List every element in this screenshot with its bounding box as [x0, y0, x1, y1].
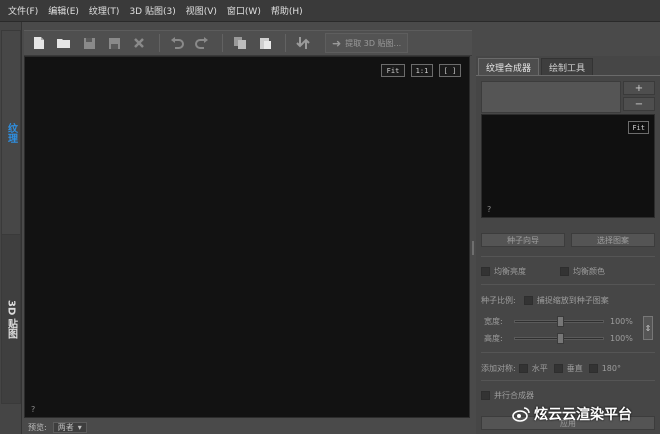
preview-status: 预览: 两者 ▾ — [24, 420, 470, 434]
width-value: 100% — [610, 316, 633, 326]
extract-3d-map-button[interactable]: ➜ 提取 3D 贴图... — [325, 33, 409, 53]
width-slider-knob[interactable] — [556, 315, 564, 327]
parallel-synth-label: 并行合成器 — [494, 391, 534, 400]
equalize-brightness-checkbox[interactable] — [481, 267, 490, 276]
height-label: 高度: — [484, 333, 503, 343]
redo-icon[interactable] — [191, 33, 213, 53]
close-icon[interactable] — [128, 33, 150, 53]
menu-file[interactable]: 文件(F) — [8, 4, 38, 17]
menu-edit[interactable]: 编辑(E) — [48, 4, 79, 17]
equalize-color-checkbox[interactable] — [560, 267, 569, 276]
toolbar-separator — [285, 34, 286, 52]
new-file-icon[interactable] — [28, 33, 50, 53]
menu-3d-map[interactable]: 3D 贴图(3) — [129, 4, 175, 17]
width-slider[interactable] — [514, 315, 604, 327]
fit-button[interactable]: Fit — [381, 64, 405, 77]
texture-synth-panel: 纹理合成器 绘制工具 + − Fit ? 种子向导 选择图案 均衡亮度 均衡颜色… — [476, 56, 660, 434]
seed-thumbnail-area[interactable] — [481, 81, 621, 113]
preview-select[interactable]: 两者 ▾ — [52, 421, 87, 433]
vertical-label: 垂直 — [566, 364, 583, 373]
panel-tabs: 纹理合成器 绘制工具 — [478, 58, 595, 76]
one-to-one-button[interactable]: 1:1 — [411, 64, 433, 77]
tab-texture-synthesizer[interactable]: 纹理合成器 — [478, 58, 540, 76]
toolbar-separator — [159, 34, 160, 52]
vertical-checkbox[interactable] — [553, 364, 563, 373]
add-symmetry-label: 添加对称: — [481, 364, 516, 373]
rotate-180-label: 180° — [601, 364, 621, 373]
weibo-logo-icon — [512, 407, 530, 422]
save-as-icon[interactable] — [103, 33, 125, 53]
help-icon[interactable]: ? — [487, 205, 491, 214]
height-slider-row: 高度: 100% — [484, 332, 634, 344]
select-pattern-button[interactable]: 选择图案 — [571, 233, 655, 247]
equalize-brightness-row: 均衡亮度 — [481, 266, 526, 277]
chevron-down-icon: ▾ — [77, 422, 82, 432]
save-icon[interactable] — [78, 33, 100, 53]
menu-texture[interactable]: 纹理(T) — [89, 4, 120, 17]
add-seed-button[interactable]: + — [623, 81, 655, 95]
extract-3d-map-label: 提取 3D 贴图... — [345, 38, 402, 48]
help-icon[interactable]: ? — [31, 405, 35, 414]
preview-fit-button[interactable]: Fit — [628, 121, 649, 134]
horizontal-checkbox[interactable] — [518, 364, 528, 373]
width-slider-row: 宽度: 100% — [484, 315, 634, 327]
tab-paint-tools[interactable]: 绘制工具 — [541, 58, 594, 76]
link-icon[interactable]: ⇕ — [643, 316, 653, 340]
open-folder-icon[interactable] — [53, 33, 75, 53]
menu-view[interactable]: 视图(V) — [186, 4, 217, 17]
splitter-grip[interactable] — [472, 241, 474, 255]
add-symmetry-row: 添加对称: 水平 垂直 180° — [481, 363, 621, 374]
copy-icon[interactable] — [229, 33, 251, 53]
capture-scale-checkbox[interactable] — [523, 296, 533, 305]
divider — [481, 284, 655, 285]
tab-texture[interactable]: 纹理 — [1, 30, 21, 236]
toolbar-separator — [222, 34, 223, 52]
divider — [481, 256, 655, 257]
height-slider[interactable] — [514, 332, 604, 344]
fullscreen-button[interactable]: [ ] — [439, 64, 461, 77]
menu-window[interactable]: 窗口(W) — [227, 4, 261, 17]
horizontal-label: 水平 — [531, 364, 548, 373]
main-viewport[interactable]: Fit 1:1 [ ] ? — [24, 56, 470, 418]
parallel-synth-checkbox[interactable] — [481, 391, 490, 400]
preview-label: 预览: — [28, 422, 47, 432]
watermark: 炫云云渲染平台 — [512, 404, 632, 424]
parallel-synth-row: 并行合成器 — [481, 390, 534, 401]
seed-wizard-button[interactable]: 种子向导 — [481, 233, 565, 247]
paste-icon[interactable] — [254, 33, 276, 53]
main-toolbar: ➜ 提取 3D 贴图... — [24, 30, 472, 56]
watermark-text: 炫云云渲染平台 — [534, 407, 632, 423]
divider — [481, 352, 655, 353]
equalize-brightness-label: 均衡亮度 — [494, 267, 526, 276]
preview-select-value: 两者 — [57, 422, 74, 432]
height-slider-knob[interactable] — [556, 332, 564, 344]
capture-scale-label: 捕捉缩放到种子图案 — [536, 296, 609, 305]
menu-help[interactable]: 帮助(H) — [271, 4, 303, 17]
divider — [481, 380, 655, 381]
seed-scale-label: 种子比例: — [481, 296, 516, 305]
left-tab-strip: 纹理 3D 贴图 — [0, 22, 22, 434]
remove-seed-button[interactable]: − — [623, 97, 655, 111]
menu-bar: 文件(F) 编辑(E) 纹理(T) 3D 贴图(3) 视图(V) 窗口(W) 帮… — [0, 0, 660, 22]
equalize-color-label: 均衡颜色 — [573, 267, 605, 276]
width-label: 宽度: — [484, 316, 503, 326]
synth-preview[interactable]: Fit ? — [481, 114, 655, 218]
tab-3d-map[interactable]: 3D 贴图 — [1, 234, 21, 404]
height-value: 100% — [610, 333, 633, 343]
seed-scale-row: 种子比例: 捕捉缩放到种子图案 — [481, 295, 609, 306]
convert-icon[interactable] — [292, 33, 314, 53]
rotate-180-checkbox[interactable] — [588, 364, 598, 373]
arrow-right-icon: ➜ — [332, 36, 342, 50]
tab-divider — [476, 75, 660, 76]
equalize-color-row: 均衡颜色 — [560, 266, 605, 277]
undo-icon[interactable] — [166, 33, 188, 53]
